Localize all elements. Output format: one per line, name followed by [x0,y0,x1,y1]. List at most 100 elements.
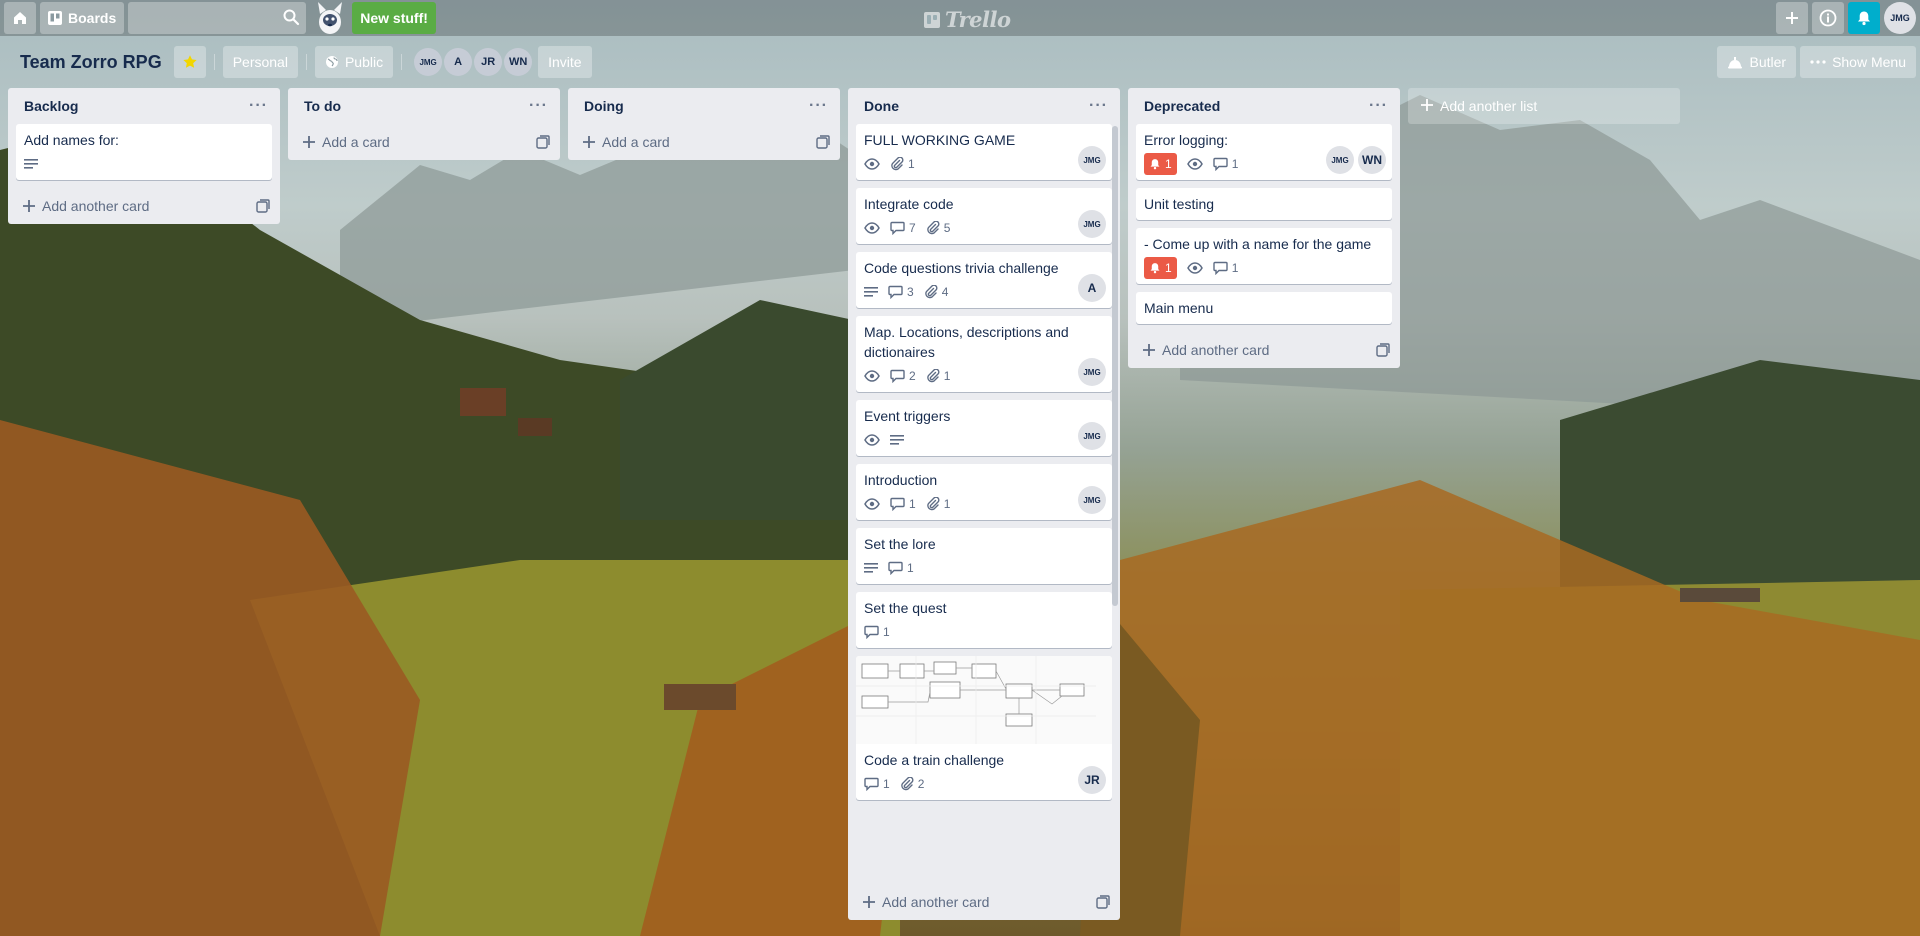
add-card-label: Add a card [602,134,670,150]
comments-badge: 1 [890,497,916,511]
attachments-badge: 5 [926,221,950,235]
member-avatar[interactable]: JMG [1078,210,1106,238]
add-card-label-wrap: Add a card [302,134,390,150]
butler-button[interactable]: Butler [1717,46,1797,78]
list-title[interactable]: To do [304,98,341,114]
list-menu-button[interactable]: ··· [1085,97,1112,115]
list-title[interactable]: Doing [584,98,624,114]
create-button[interactable] [1776,2,1808,34]
list-3: Done ··· FULL WORKING GAME 1 JMG Integrate co… [848,88,1120,920]
card[interactable]: Map. Locations, descriptions and diction… [856,316,1112,392]
new-stuff-button[interactable]: New stuff! [352,2,436,34]
search-input[interactable] [128,2,307,34]
paperclip-icon [924,285,938,299]
card[interactable]: - Come up with a name for the game 1 1 [1136,228,1392,284]
invite-button[interactable]: Invite [538,46,592,78]
card[interactable]: Add names for: [16,124,272,180]
user-avatar[interactable]: JMG [1884,2,1916,34]
notifications-button[interactable] [1848,2,1880,34]
trello-logo[interactable]: Trello [924,7,1011,32]
info-button[interactable] [1812,2,1844,34]
search-icon[interactable] [282,8,300,26]
paperclip-icon [926,369,940,383]
list-menu-button[interactable]: ··· [1365,97,1392,115]
show-menu-button[interactable]: Show Menu [1800,46,1916,78]
header-divider [401,54,403,70]
add-card-button[interactable]: Add another card [848,884,1120,920]
attachments-badge: 1 [926,369,950,383]
comments-badge: 1 [888,561,914,575]
add-card-button[interactable]: Add a card [288,124,560,160]
card-members: JR [1078,766,1106,794]
member-avatar[interactable]: WN [504,48,533,76]
eye-icon [864,222,880,234]
member-avatar[interactable]: JMG [1078,486,1106,514]
card[interactable]: Error logging: 1 1 JMG WN [1136,124,1392,180]
member-avatar[interactable]: A [1078,274,1106,302]
member-avatar[interactable]: A [444,48,473,76]
description-icon [890,434,904,446]
card-template-icon[interactable] [256,199,270,213]
list-menu-button[interactable]: ··· [525,97,552,115]
team-button[interactable]: Personal [222,46,298,78]
card[interactable]: FULL WORKING GAME 1 JMG [856,124,1112,180]
card-template-icon[interactable] [816,135,830,149]
header-divider [213,54,215,70]
visibility-button[interactable]: Public [314,46,394,78]
list-menu-button[interactable]: ··· [805,97,832,115]
star-button[interactable] [173,46,206,78]
member-avatar[interactable]: JMG [1078,358,1106,386]
member-avatar[interactable]: JR [1078,766,1106,794]
comment-count: 2 [909,369,916,383]
add-card-button[interactable]: Add another card [1128,332,1400,368]
card-members: JMG [1078,146,1106,174]
card[interactable]: Event triggers JMG [856,400,1112,456]
list-menu-button[interactable]: ··· [245,97,272,115]
card[interactable]: Integrate code 7 5 JMG [856,188,1112,244]
board-title[interactable]: Team Zorro RPG [12,46,170,78]
due-count: 1 [1165,261,1172,275]
attachment-count: 1 [908,157,915,171]
comment-count: 3 [907,285,914,299]
member-avatar[interactable]: JMG [414,48,443,76]
scrollbar[interactable] [1112,126,1118,606]
add-card-button[interactable]: Add a card [568,124,840,160]
card-template-icon[interactable] [536,135,550,149]
card-list: Error logging: 1 1 JMG WN Unit testing - Come … [1128,124,1400,324]
home-button[interactable] [4,2,36,34]
add-list-button[interactable]: Add another list [1408,88,1680,124]
mascot-taco-icon[interactable] [310,0,350,36]
member-avatar[interactable]: WN [1358,146,1386,174]
attachments-badge: 4 [924,285,948,299]
add-card-button[interactable]: Add another card [8,188,280,224]
card-members: JMG WN [1326,146,1386,174]
member-avatar[interactable]: JR [474,48,503,76]
card-cover-image [856,656,1112,744]
card[interactable]: Code questions trivia challenge 3 4 A [856,252,1112,308]
comments-badge: 3 [888,285,914,299]
comment-count: 1 [1231,261,1239,275]
card-template-icon[interactable] [1096,895,1110,909]
list-title[interactable]: Done [864,98,899,114]
card[interactable]: Set the quest 1 [856,592,1112,648]
member-avatar[interactable]: JMG [1326,146,1354,174]
list-title[interactable]: Backlog [24,98,78,114]
comments-badge: 1 [1212,157,1238,171]
member-avatar[interactable]: JMG [1078,146,1106,174]
card[interactable]: Unit testing [1136,188,1392,220]
card[interactable]: Code a train challenge 1 2 JR [856,656,1112,800]
boards-button[interactable]: Boards [40,2,125,34]
card[interactable]: Introduction 1 1 JMG [856,464,1112,520]
search-box [128,2,307,34]
member-avatar[interactable]: JMG [1078,422,1106,450]
list-header: Done ··· [848,88,1120,124]
due-badge: 1 [1144,153,1177,175]
list-title[interactable]: Deprecated [1144,98,1220,114]
list-header: Doing ··· [568,88,840,124]
list-1: To do ··· Add a card [288,88,560,160]
watch-badge [1186,158,1203,170]
eye-icon [864,158,880,170]
card[interactable]: Set the lore 1 [856,528,1112,584]
card[interactable]: Main menu [1136,292,1392,324]
card-template-icon[interactable] [1376,343,1390,357]
